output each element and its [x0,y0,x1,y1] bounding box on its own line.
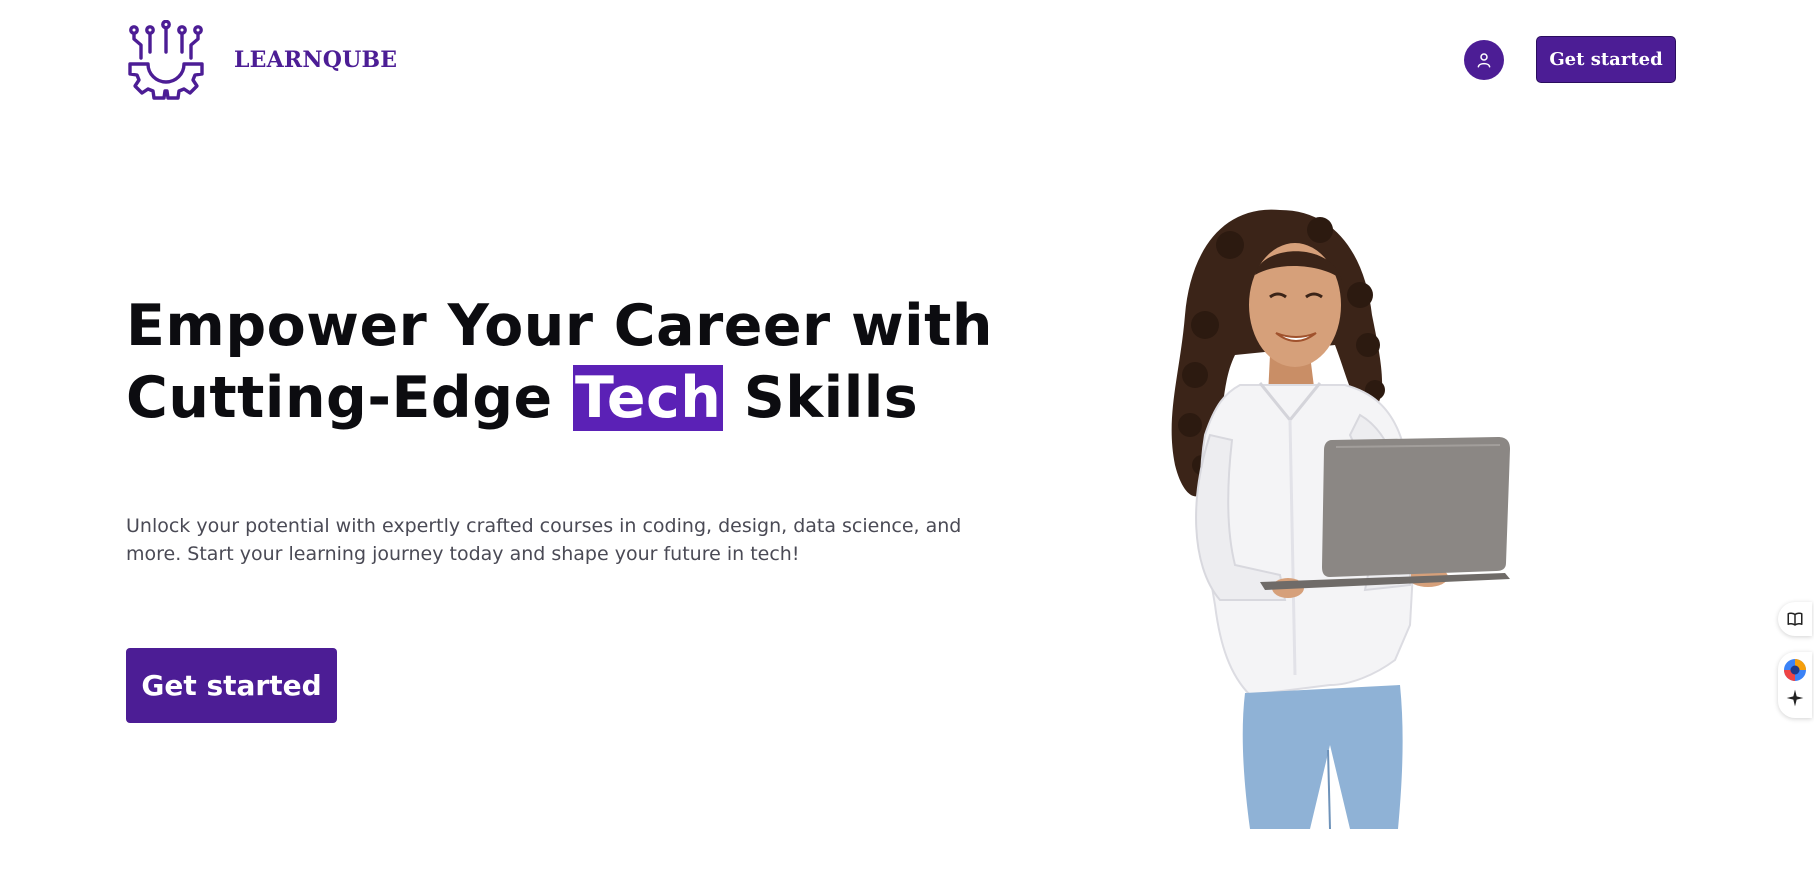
hero-title-highlight: Tech [573,365,724,431]
assistant-button[interactable] [1778,652,1812,718]
globe-icon [1784,659,1806,681]
circuit-gear-icon [128,20,204,100]
hero-get-started-button[interactable]: Get started [126,648,337,723]
reader-button[interactable] [1778,602,1812,636]
woman-with-laptop-photo [1171,209,1510,829]
book-icon [1787,612,1803,626]
hero-title-line-2: Cutting-Edge Tech Skills [126,362,993,434]
header-get-started-button[interactable]: Get started [1536,36,1676,83]
account-button[interactable] [1464,40,1504,80]
hero-subtitle: Unlock your potential with expertly craf… [126,515,962,565]
hero-title: Empower Your Career with Cutting-Edge Te… [126,290,993,434]
hero-title-part: Cutting-Edge [126,365,574,431]
hero-title-line-1: Empower Your Career with [126,293,993,359]
hero-title-part: Skills [723,365,919,431]
brand-name: LEARNQUBE [234,47,398,73]
sparkle-icon [1786,689,1804,707]
side-widget [1778,602,1814,734]
landing-page: LEARNQUBE Get started Empower Your Caree… [0,0,1814,875]
user-icon [1477,53,1491,68]
site-header: LEARNQUBE Get started [0,0,1814,120]
brand-logo[interactable]: LEARNQUBE [126,20,397,100]
